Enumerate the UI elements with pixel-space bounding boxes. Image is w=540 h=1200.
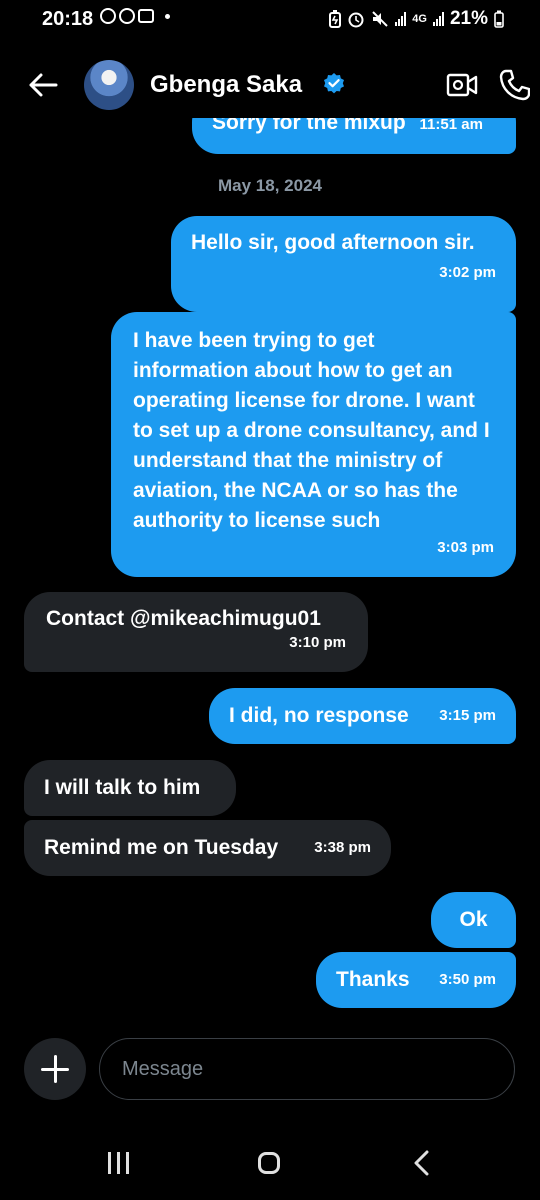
contact-name[interactable]: Gbenga Saka	[150, 71, 302, 99]
message-bubble-sent[interactable]: I have been trying to get information ab…	[111, 312, 516, 577]
network-type: 4G	[412, 12, 427, 25]
whatsapp-icon	[100, 8, 116, 24]
signal-icon	[395, 12, 407, 26]
more-notifications-icon	[165, 13, 170, 19]
message-timestamp: 3:02 pm	[439, 264, 496, 281]
message-bubble-received[interactable]: I will talk to him	[24, 760, 236, 816]
whatsapp-icon	[119, 8, 135, 24]
message-thread[interactable]: Sorry for the mixup 11:51 am May 18, 202…	[0, 118, 540, 1028]
message-text: Thanks	[336, 968, 410, 991]
status-time: 20:18	[42, 8, 94, 30]
verified-badge-icon	[324, 73, 344, 94]
status-bar: 20:18 4G 21%	[0, 0, 540, 40]
avatar[interactable]	[84, 60, 134, 110]
message-timestamp: 11:51 am	[419, 118, 483, 133]
message-timestamp: 3:38 pm	[314, 839, 371, 856]
message-bubble-sent[interactable]: I did, no response 3:15 pm	[209, 688, 516, 744]
system-icons: 4G 21%	[329, 8, 504, 30]
message-bubble-sent[interactable]: Ok	[431, 892, 516, 948]
message-bubble-sent[interactable]: Hello sir, good afternoon sir. 3:02 pm	[171, 216, 516, 312]
message-text: I will talk to him	[44, 776, 201, 799]
signal-icon	[432, 12, 444, 26]
video-call-icon[interactable]	[446, 70, 478, 100]
message-timestamp: 3:10 pm	[289, 634, 346, 651]
message-text: Hello sir, good afternoon sir.	[191, 231, 475, 254]
mute-icon	[372, 11, 388, 27]
add-attachment-button[interactable]	[24, 1038, 86, 1100]
message-timestamp: 3:03 pm	[437, 539, 494, 556]
message-text: I have been trying to get information ab…	[133, 329, 490, 532]
alarm-icon	[348, 12, 364, 28]
message-bubble-sent[interactable]: Thanks 3:50 pm	[316, 952, 516, 1008]
notification-icons	[100, 8, 170, 24]
recent-apps-button[interactable]	[108, 1152, 129, 1174]
message-composer	[0, 1036, 540, 1100]
system-back-icon[interactable]	[412, 1150, 432, 1176]
message-text: I did, no response	[229, 704, 409, 727]
message-bubble-received[interactable]: Remind me on Tuesday 3:38 pm	[24, 820, 391, 876]
back-arrow-icon[interactable]	[26, 68, 60, 102]
message-text: Ok	[459, 908, 488, 931]
battery-level: 21%	[449, 8, 488, 29]
message-text: Sorry for the mixup	[212, 118, 406, 134]
battery-icon	[494, 10, 504, 28]
system-navigation-bar	[0, 1130, 540, 1200]
phone-call-icon[interactable]	[498, 68, 530, 102]
message-bubble-received[interactable]: Contact @mikeachimugu01 3:10 pm	[24, 592, 368, 672]
message-input[interactable]	[99, 1038, 515, 1100]
message-text: Remind me on Tuesday	[44, 836, 279, 859]
gallery-icon	[138, 9, 154, 23]
message-bubble-sent[interactable]: Sorry for the mixup 11:51 am	[192, 118, 516, 154]
date-separator: May 18, 2024	[218, 176, 322, 195]
message-timestamp: 3:50 pm	[439, 971, 496, 988]
conversation-header: Gbenga Saka	[0, 52, 540, 118]
message-timestamp: 3:15 pm	[439, 707, 496, 724]
battery-saver-icon	[329, 10, 342, 28]
home-button[interactable]	[258, 1152, 280, 1174]
message-text: Contact @mikeachimugu01	[46, 607, 321, 630]
